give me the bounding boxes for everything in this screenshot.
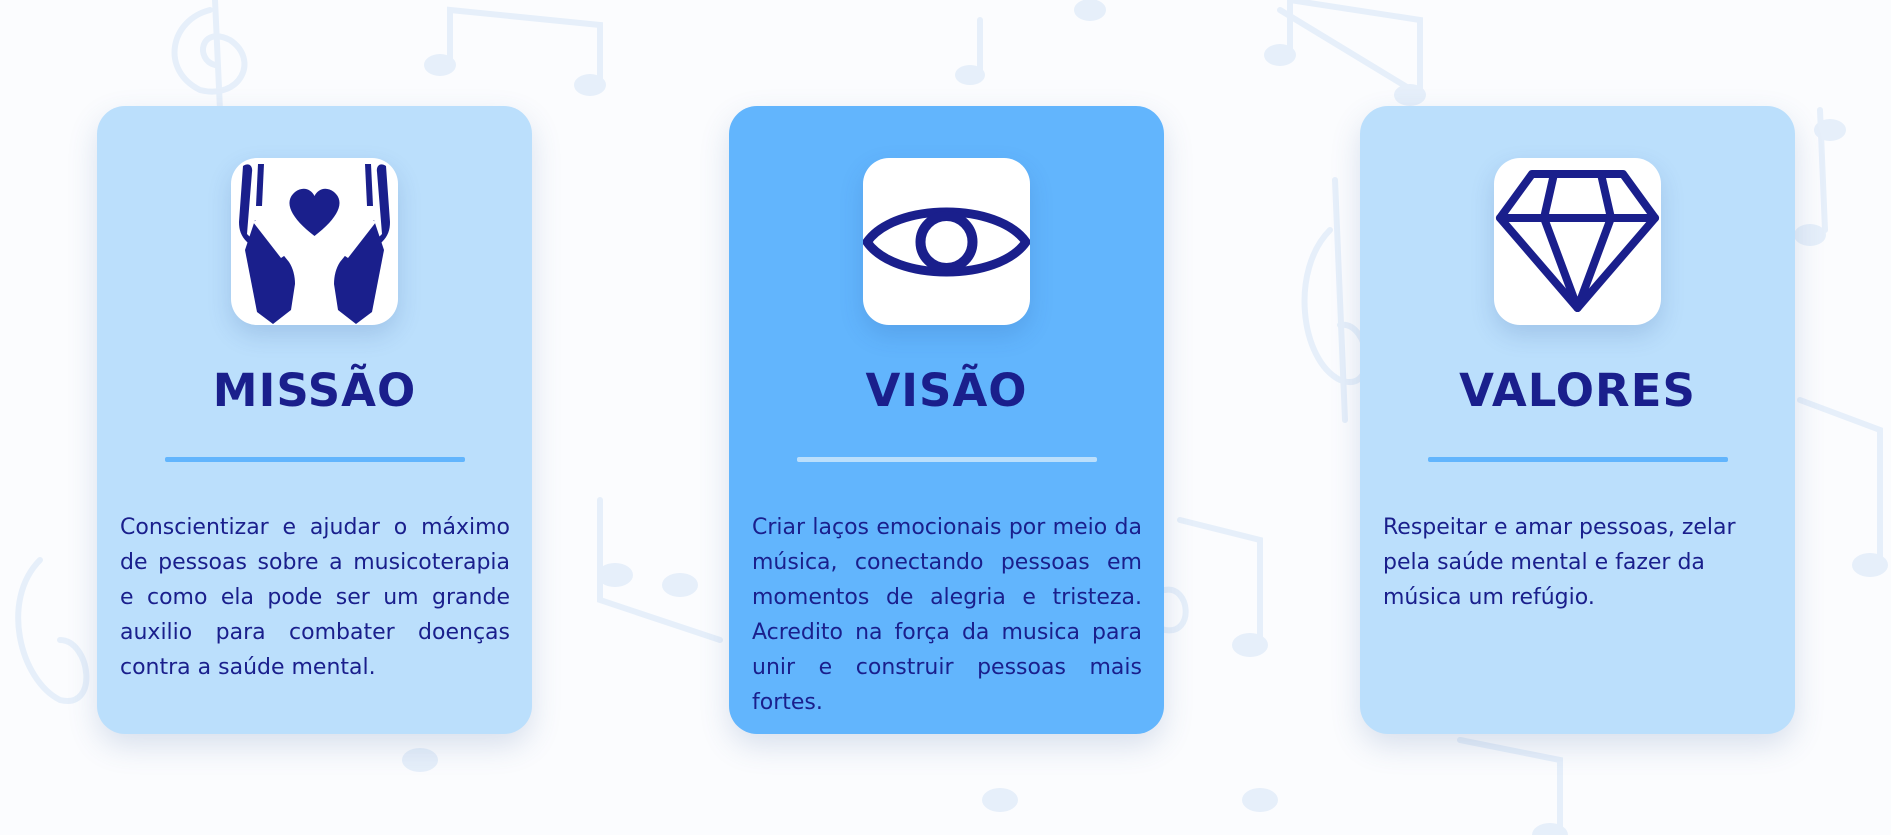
hands-heart-icon xyxy=(239,164,390,324)
card-text: Conscientizar e ajudar o máximo de pesso… xyxy=(120,515,510,680)
icon-box xyxy=(863,158,1030,325)
divider xyxy=(165,457,465,462)
card-title: MISSÃO xyxy=(212,364,417,417)
icon-box xyxy=(1494,158,1661,325)
card-text: Criar laços emocionais por meio da músic… xyxy=(752,515,1142,715)
card-missao: MISSÃO Conscientizar e ajudar o máximo d… xyxy=(97,106,532,734)
eye-icon xyxy=(863,207,1030,277)
icon-box xyxy=(231,158,398,325)
card-title: VISÃO xyxy=(865,364,1028,417)
card-valores: VALORES Respeitar e amar pessoas, zelar … xyxy=(1360,106,1795,734)
cards-section: MISSÃO Conscientizar e ajudar o máximo d… xyxy=(0,0,1891,835)
diamond-icon xyxy=(1496,170,1659,312)
divider xyxy=(1428,457,1728,462)
card-text: Respeitar e amar pessoas, zelar pela saú… xyxy=(1383,515,1736,610)
card-title: VALORES xyxy=(1459,364,1696,417)
card-visao: VISÃO Criar laços emocionais por meio da… xyxy=(729,106,1164,734)
divider xyxy=(797,457,1097,462)
